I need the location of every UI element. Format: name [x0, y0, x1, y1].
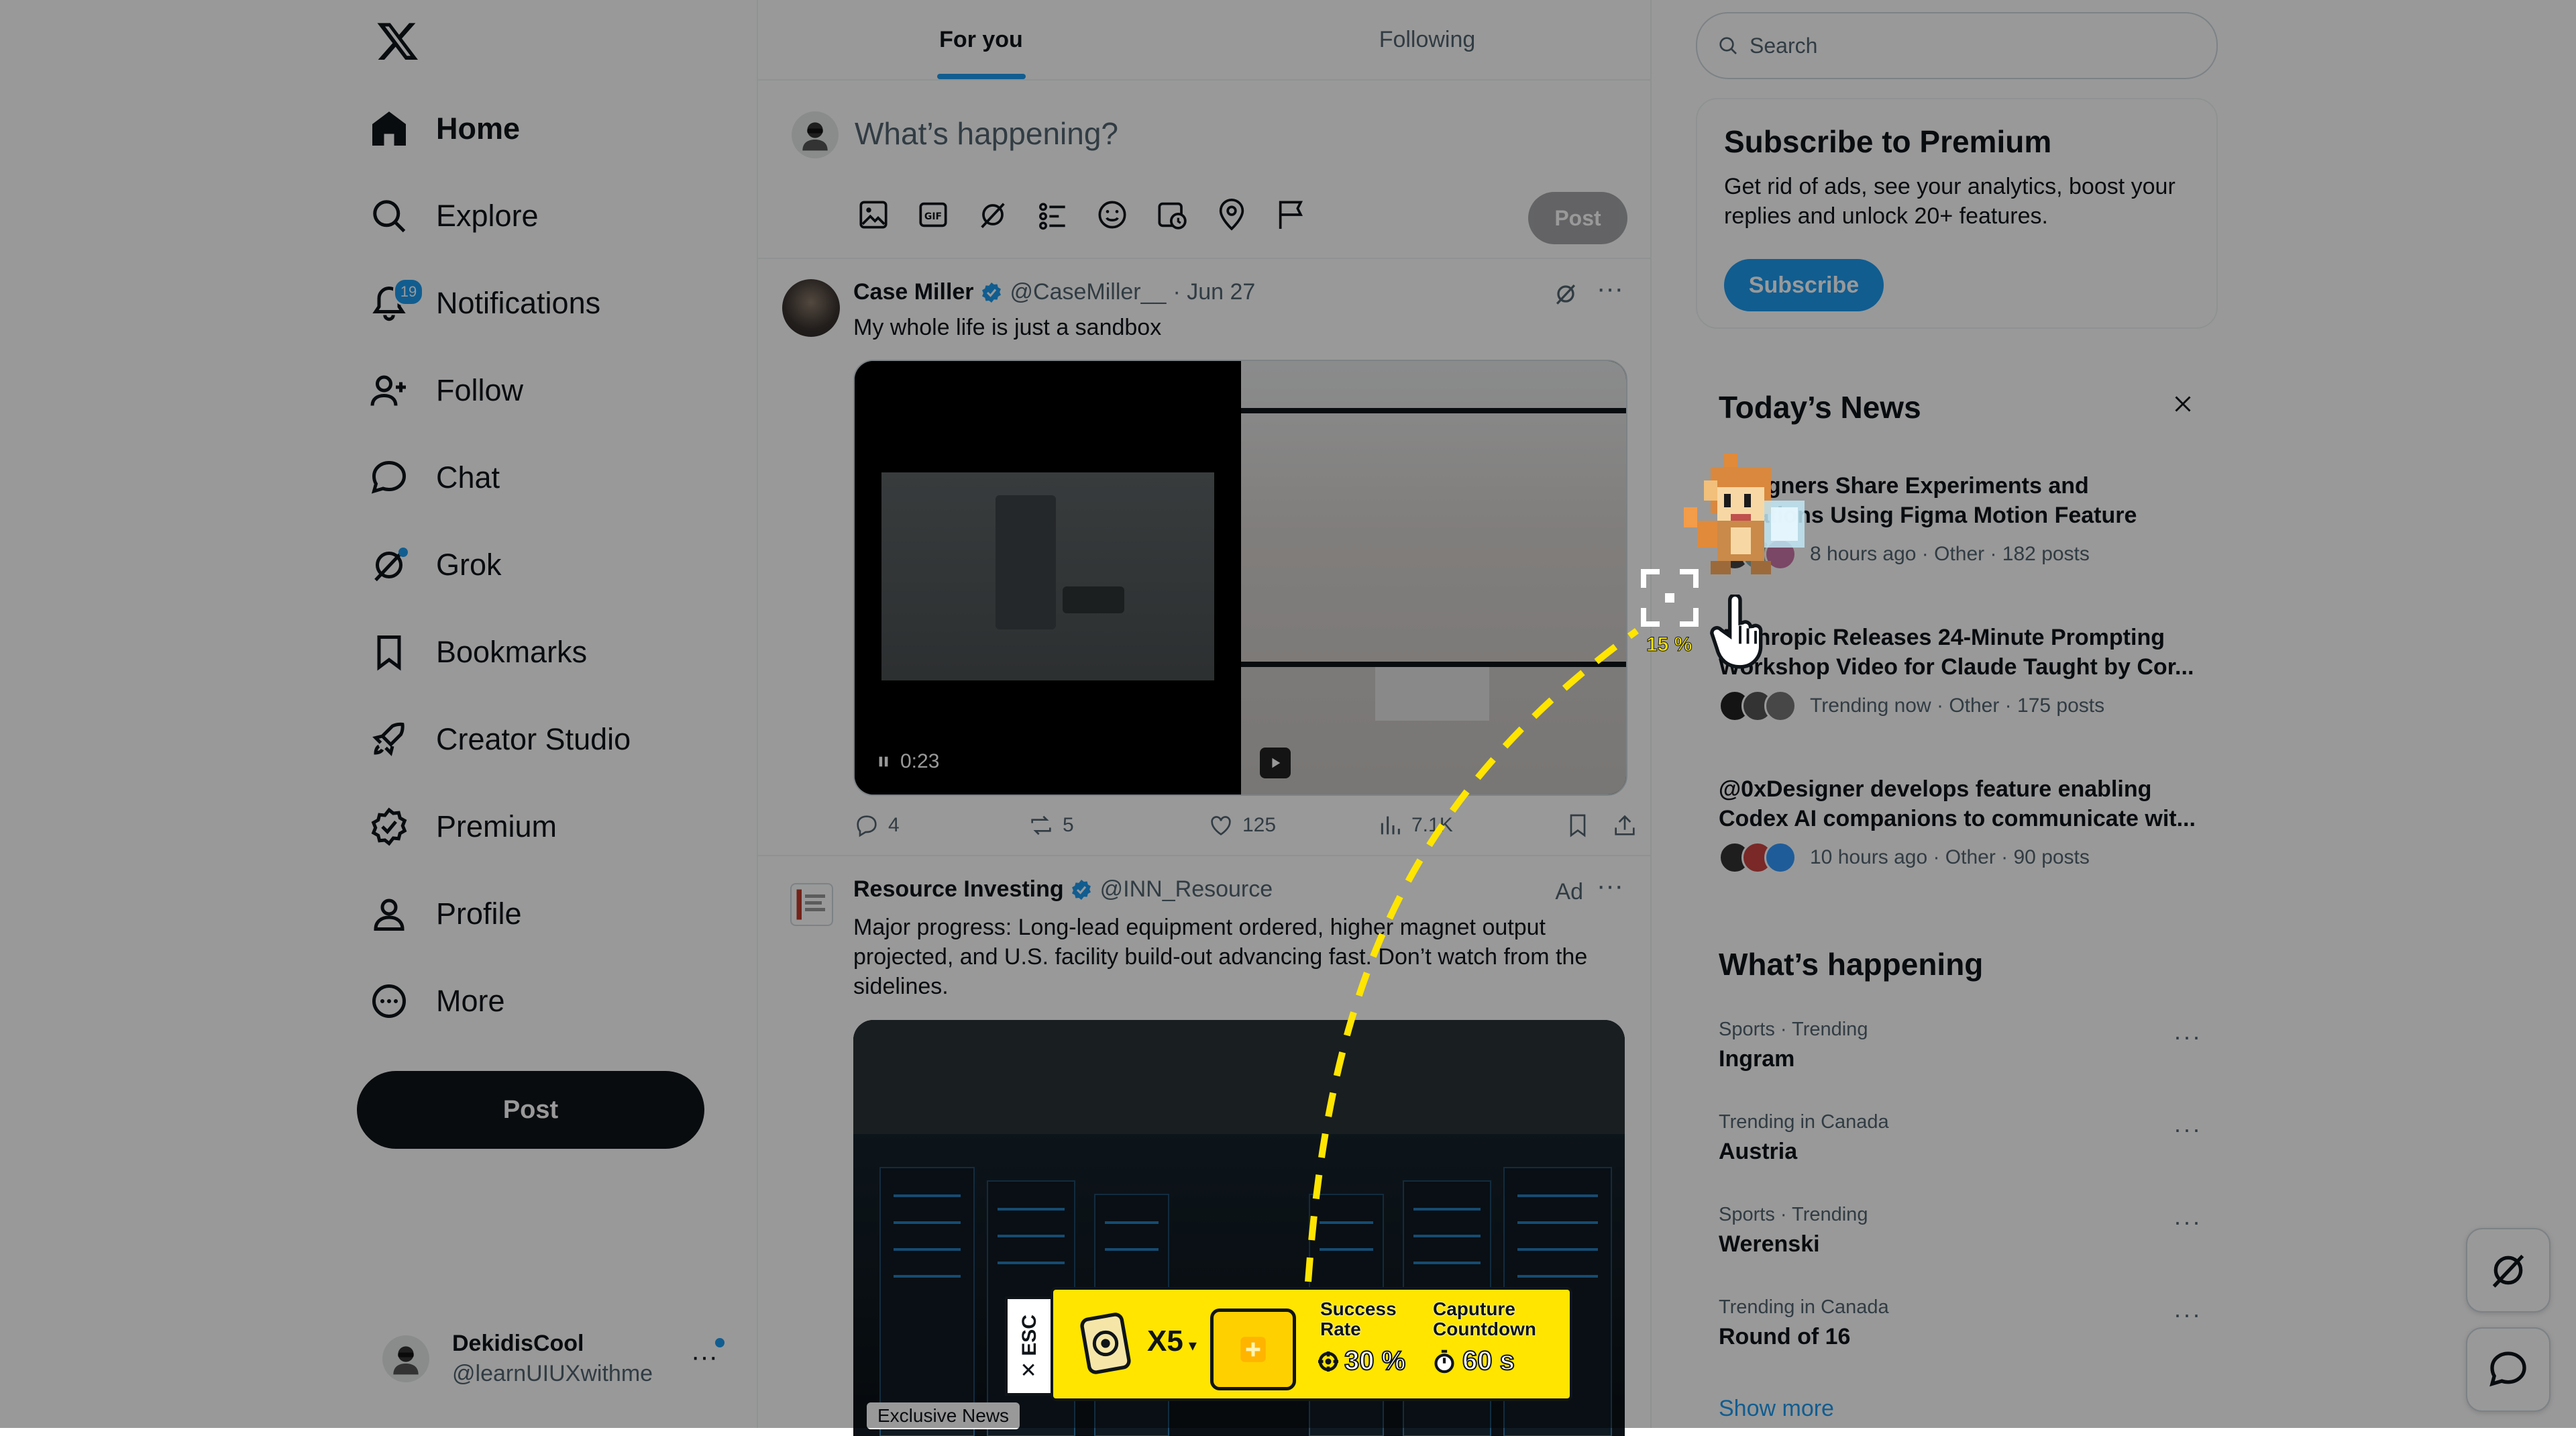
countdown-label: Caputure Countdown [1433, 1298, 1536, 1339]
success-rate-label: Success Rate [1320, 1298, 1397, 1339]
monkey-creature-sprite[interactable] [1670, 440, 1838, 608]
capture-trajectory [1305, 627, 1639, 1282]
success-rate-value: 30 % [1316, 1345, 1406, 1376]
hand-cursor-icon [1710, 595, 1763, 669]
countdown-value: 60 s [1433, 1345, 1515, 1376]
capture-percent: 15 % [1646, 633, 1693, 656]
capture-hud: ✕ESC X5 ▾ Success Rate 30 % Caputure Countd… [1005, 1287, 1572, 1401]
stopwatch-icon [1434, 1349, 1454, 1373]
hud-panel: X5 ▾ Success Rate 30 % Caputure Countdown 6… [1051, 1287, 1572, 1401]
esc-button[interactable]: ✕ESC [1005, 1296, 1053, 1396]
multiplier-selector[interactable]: X5 ▾ [1147, 1325, 1197, 1358]
item-slot[interactable] [1210, 1309, 1296, 1390]
capture-card-icon[interactable] [1077, 1310, 1134, 1377]
target-icon [1318, 1351, 1338, 1372]
plus-icon [1240, 1337, 1266, 1362]
